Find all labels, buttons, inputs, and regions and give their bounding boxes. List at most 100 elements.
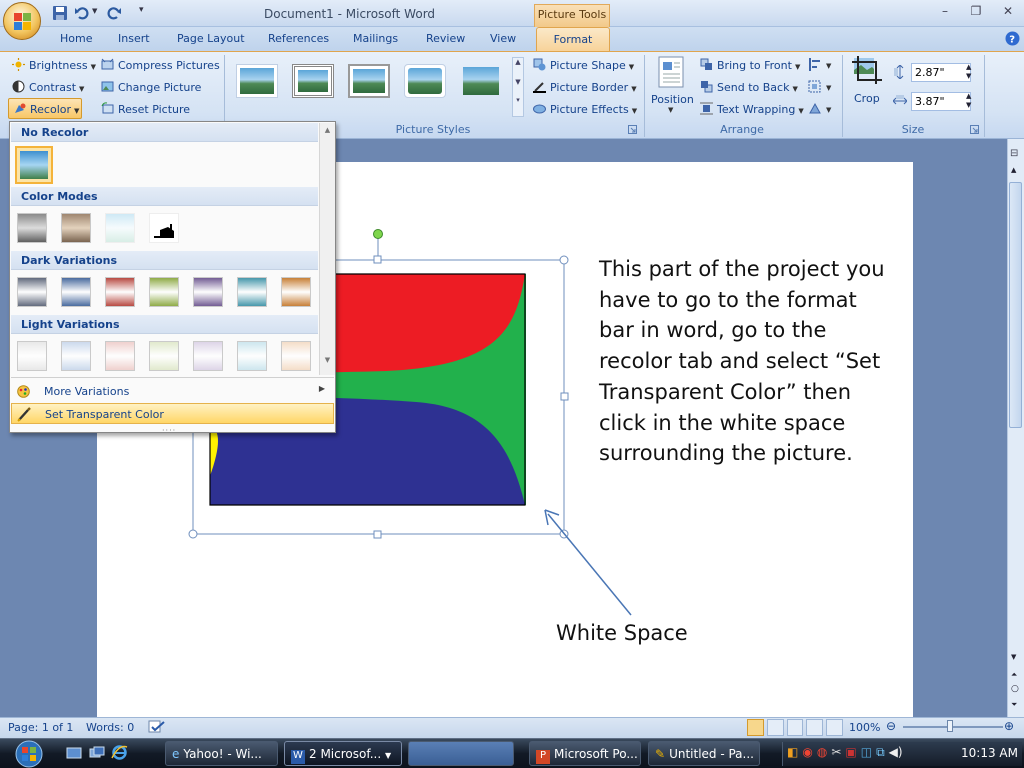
taskbar-item-powerpoint[interactable]: P Microsoft Po...: [529, 741, 641, 766]
align-icon[interactable]: ▼: [808, 58, 834, 71]
tab-insert[interactable]: Insert: [118, 32, 150, 45]
width-input[interactable]: 3.87": [911, 92, 971, 111]
light-variation-swatch-3[interactable]: [105, 341, 135, 371]
send-to-back-button[interactable]: Send to Back ▼: [700, 80, 798, 94]
taskbar-item-blank[interactable]: [408, 741, 514, 766]
light-variation-swatch-1[interactable]: [17, 341, 47, 371]
zoom-in-icon[interactable]: ⊕: [1004, 719, 1014, 733]
grayscale-swatch[interactable]: [17, 213, 47, 243]
group-icon[interactable]: ▼: [808, 80, 834, 93]
network-icon[interactable]: ⧉: [876, 745, 885, 760]
restore-button[interactable]: ❐: [965, 4, 987, 20]
dark-variation-swatch-2[interactable]: [61, 277, 91, 307]
help-icon[interactable]: ?: [1005, 31, 1020, 46]
tray-tool-icon[interactable]: ✂: [831, 745, 841, 760]
picture-style-2[interactable]: [292, 64, 334, 98]
dark-variation-swatch-6[interactable]: [237, 277, 267, 307]
proofing-icon[interactable]: [148, 720, 166, 734]
word-count[interactable]: Words: 0: [86, 721, 134, 734]
tray-antivirus-icon[interactable]: ◉: [802, 745, 812, 760]
tab-view[interactable]: View: [490, 32, 516, 45]
light-variation-swatch-4[interactable]: [149, 341, 179, 371]
menu-scrollbar[interactable]: ▲ ▼: [319, 123, 335, 375]
width-spinner[interactable]: ▲ ▼: [966, 92, 971, 110]
menu-scroll-down-icon[interactable]: ▼: [320, 356, 335, 364]
picture-shape-button[interactable]: Picture Shape ▼: [533, 58, 634, 72]
crop-button[interactable]: Crop: [848, 56, 888, 112]
picture-effects-button[interactable]: Picture Effects ▼: [533, 102, 637, 116]
taskbar-item-yahoo[interactable]: e Yahoo! - Wi...: [165, 741, 278, 766]
tab-review[interactable]: Review: [426, 32, 465, 45]
no-recolor-swatch[interactable]: [15, 146, 53, 184]
zoom-slider[interactable]: [903, 726, 1003, 728]
set-transparent-color-item[interactable]: Set Transparent Color: [11, 403, 334, 424]
minimize-button[interactable]: –: [934, 4, 956, 20]
print-layout-view-button[interactable]: [747, 719, 764, 736]
picture-style-5[interactable]: [460, 64, 502, 98]
tray-app-icon[interactable]: ◧: [787, 745, 798, 760]
taskbar-item-word[interactable]: W2 Microsof... ▼: [284, 741, 402, 766]
picture-style-4[interactable]: [404, 64, 446, 98]
dark-variation-swatch-4[interactable]: [149, 277, 179, 307]
light-variation-swatch-5[interactable]: [193, 341, 223, 371]
brightness-button[interactable]: Brightness ▼: [12, 58, 96, 72]
office-button[interactable]: [3, 2, 41, 40]
previous-page-icon[interactable]: ⏶: [1011, 670, 1017, 680]
dark-variation-swatch-7[interactable]: [281, 277, 311, 307]
light-variation-swatch-2[interactable]: [61, 341, 91, 371]
light-variation-swatch-7[interactable]: [281, 341, 311, 371]
redo-icon[interactable]: [106, 5, 122, 21]
web-layout-view-button[interactable]: [786, 719, 804, 736]
clock[interactable]: 10:13 AM: [961, 746, 1018, 760]
select-browse-object-icon[interactable]: ○: [1011, 684, 1019, 694]
sepia-swatch[interactable]: [61, 213, 91, 243]
draft-view-button[interactable]: [826, 719, 843, 736]
start-button[interactable]: [2, 739, 56, 768]
tab-format[interactable]: Format: [536, 27, 610, 51]
scroll-thumb[interactable]: [1009, 182, 1022, 428]
change-picture-button[interactable]: Change Picture: [101, 80, 201, 94]
zoom-level[interactable]: 100%: [849, 721, 880, 734]
rotation-handle[interactable]: [373, 229, 383, 239]
volume-icon[interactable]: ◀): [889, 745, 903, 760]
tab-home[interactable]: Home: [60, 32, 92, 45]
undo-icon[interactable]: [74, 5, 90, 21]
more-variations-item[interactable]: More Variations ▶: [11, 381, 334, 402]
light-variation-swatch-6[interactable]: [237, 341, 267, 371]
reset-picture-button[interactable]: Reset Picture: [101, 102, 190, 116]
undo-dropdown-icon[interactable]: ▼: [92, 7, 97, 15]
page-count[interactable]: Page: 1 of 1: [8, 721, 73, 734]
scroll-up-icon[interactable]: ▲: [1011, 166, 1016, 174]
text-wrapping-button[interactable]: Text Wrapping ▼: [700, 102, 804, 116]
rotate-icon[interactable]: ▼: [808, 102, 834, 115]
customize-qat-icon[interactable]: ▾: [139, 5, 144, 15]
compress-pictures-button[interactable]: Compress Pictures: [101, 58, 220, 72]
save-icon[interactable]: [52, 5, 68, 21]
internet-explorer-icon[interactable]: [111, 744, 128, 761]
menu-scroll-up-icon[interactable]: ▲: [320, 126, 335, 134]
tray-network-app-icon[interactable]: ◫: [861, 745, 872, 760]
washout-swatch[interactable]: [105, 213, 135, 243]
position-button[interactable]: Position ▼: [648, 56, 694, 118]
next-page-icon[interactable]: ⏷: [1011, 700, 1017, 710]
height-spinner[interactable]: ▲ ▼: [966, 63, 971, 81]
zoom-slider-thumb[interactable]: [947, 720, 953, 732]
dark-variation-swatch-3[interactable]: [105, 277, 135, 307]
recolor-button[interactable]: Recolor ▼: [8, 98, 82, 119]
picture-style-3[interactable]: [348, 64, 390, 98]
dark-variation-swatch-5[interactable]: [193, 277, 223, 307]
black-and-white-swatch[interactable]: [149, 213, 179, 243]
outline-view-button[interactable]: [806, 719, 824, 736]
view-ruler-icon[interactable]: ⊟: [1010, 148, 1018, 159]
bring-to-front-button[interactable]: Bring to Front ▼: [700, 58, 800, 72]
dialog-launcher-icon[interactable]: [628, 125, 637, 134]
switch-windows-icon[interactable]: [89, 745, 105, 761]
tray-security-icon[interactable]: ◍: [817, 745, 827, 760]
picture-border-button[interactable]: Picture Border ▼: [533, 80, 637, 94]
size-dialog-launcher-icon[interactable]: [970, 125, 979, 134]
close-button[interactable]: ✕: [997, 4, 1019, 20]
picture-style-1[interactable]: [236, 64, 278, 98]
tab-mailings[interactable]: Mailings: [353, 32, 398, 45]
dark-variation-swatch-1[interactable]: [17, 277, 47, 307]
full-screen-view-button[interactable]: [766, 719, 784, 736]
